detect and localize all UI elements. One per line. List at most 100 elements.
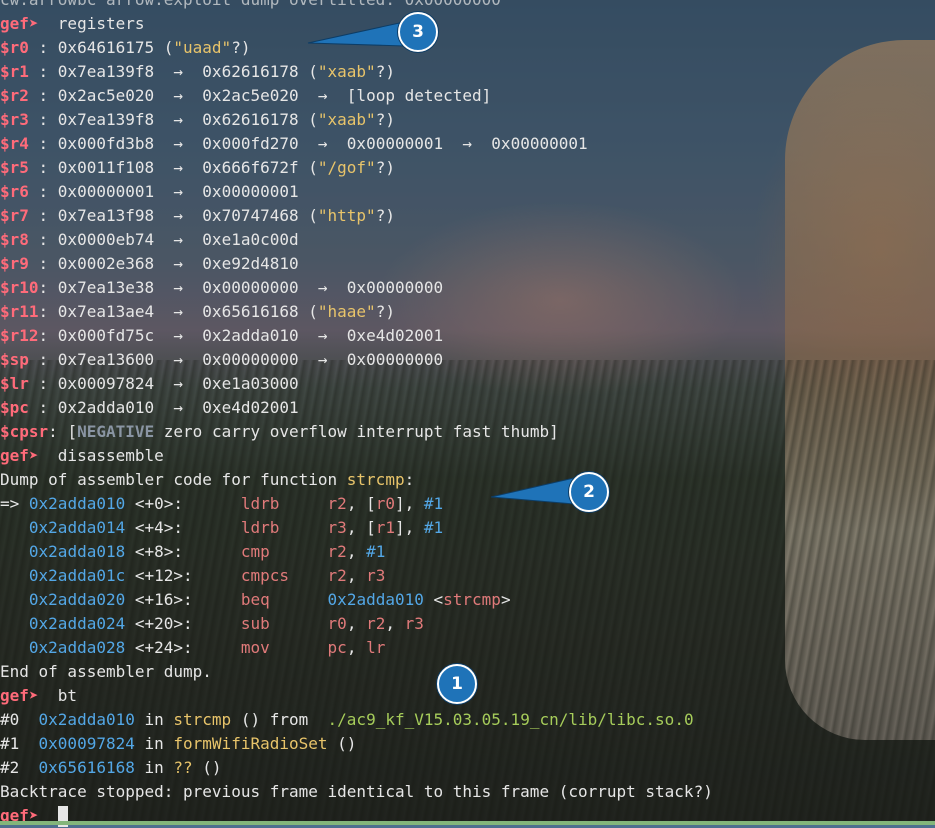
register-value: 0x00000001 [491, 134, 588, 153]
text-span [39, 686, 58, 705]
register-string: "http" [317, 206, 376, 225]
text-span: : [38, 278, 58, 297]
asm-offset: <+4>: [134, 518, 241, 537]
register-value: 0x2ac5e020 [202, 86, 299, 105]
dump-header: Dump of assembler code for function strc… [0, 468, 935, 492]
frame-address: 0x2adda010 [38, 710, 135, 729]
arrow-icon: → [443, 134, 492, 153]
register-value: 0x7ea139f8 [57, 110, 155, 129]
arrow-icon: → [154, 182, 203, 201]
register-value: 0x00000000 [346, 278, 444, 297]
arrow-icon: → [154, 374, 203, 393]
current-instruction-marker: => [0, 494, 29, 513]
text-span [318, 710, 328, 729]
arrow-icon: → [154, 86, 203, 105]
current-instruction-marker [0, 590, 29, 609]
asm-mnemonic: ldrb [240, 494, 328, 513]
text-span: : [38, 374, 58, 393]
asm-operand: #1 [423, 518, 444, 537]
arrow-icon: → [154, 110, 203, 129]
callout-badge-1: 1 [437, 664, 477, 704]
terminal-output[interactable]: cw.arrowbc arrow:exploit dump overtitled… [0, 0, 935, 828]
register-value: 0x0000eb74 [57, 230, 155, 249]
asm-operand: r2 [327, 494, 347, 513]
asm-operand: r3 [366, 566, 386, 585]
asm-operand: [ [366, 494, 376, 513]
asm-operand: r1 [375, 518, 395, 537]
cpsr-row: $cpsr: [NEGATIVE zero carry overflow int… [0, 420, 935, 444]
register-row: $sp : 0x7ea13600 → 0x00000000 → 0x000000… [0, 348, 935, 372]
frame-args: () [327, 734, 357, 753]
asm-mnemonic: sub [240, 614, 328, 633]
register-row: $r10: 0x7ea13e38 → 0x00000000 → 0x000000… [0, 276, 935, 300]
prompt-line-disassemble: gef➤ disassemble [0, 444, 935, 468]
asm-operand: r0 [375, 494, 395, 513]
register-value: 0x00000001 [202, 182, 299, 201]
string-suffix: ?) [231, 38, 251, 57]
command-text: bt [57, 686, 78, 705]
register-name: $r5 [0, 158, 39, 177]
current-instruction-marker [0, 542, 29, 561]
arrow-icon: → [298, 134, 347, 153]
register-value: 0x000fd3b8 [57, 134, 155, 153]
arrow-icon: → [154, 62, 203, 81]
register-value: 0x000fd75c [57, 326, 155, 345]
text-span [125, 542, 135, 561]
frame-library-path: ./ac9_kf_V15.03.05.19_cn/lib/libc.so.0 [327, 710, 694, 729]
asm-mnemonic: cmpcs [240, 566, 328, 585]
frame-in: in [134, 734, 174, 753]
dump-end-text: End of assembler dump. [0, 662, 212, 681]
text-span: : [38, 62, 58, 81]
register-name: $r12 [0, 326, 39, 345]
asm-row: 0x2adda020 <+16>: beq 0x2adda010 <strcmp… [0, 588, 935, 612]
register-value: 0x2ac5e020 [57, 86, 155, 105]
string-suffix: ?) [375, 62, 395, 81]
arrow-icon: → [154, 230, 203, 249]
backtrace-frame: #0 0x2adda010 in strcmp () from ./ac9_kf… [0, 708, 935, 732]
asm-operand: #1 [423, 494, 444, 513]
asm-operand: , [385, 614, 405, 633]
register-value: 0x00000001 [57, 182, 155, 201]
asm-operand: , [346, 614, 367, 633]
backtrace-stopped-text: Backtrace stopped: previous frame identi… [0, 782, 713, 801]
register-value: 0x666f672f [202, 158, 299, 177]
register-value: 0xe4d02001 [202, 398, 299, 417]
register-value: 0x00000000 [202, 278, 299, 297]
asm-operand: lr [366, 638, 386, 657]
asm-address: 0x2adda024 [28, 614, 126, 633]
asm-operand: r0 [327, 614, 347, 633]
asm-operand: [ [366, 518, 376, 537]
register-value: 0x7ea139f8 [57, 62, 155, 81]
register-value: 0x00000000 [346, 350, 444, 369]
arrow-icon: → [154, 398, 203, 417]
callout-badge-2: 2 [569, 472, 609, 512]
command-text: disassemble [57, 446, 164, 465]
register-value: 0x00097824 [57, 374, 155, 393]
register-string: "uaad" [173, 38, 232, 57]
asm-offset: <+8>: [134, 542, 241, 561]
string-suffix: ?) [375, 206, 395, 225]
register-value: 0x00000000 [202, 350, 299, 369]
register-value: 0x62616178 [202, 110, 299, 129]
text-span: ( [154, 38, 174, 57]
register-row: $r0 : 0x64616175 ("uaad"?) [0, 36, 935, 60]
string-suffix: ?) [375, 302, 395, 321]
terminal-bottom-border [0, 821, 935, 825]
frame-in: in [134, 758, 174, 777]
register-value: 0xe92d4810 [202, 254, 299, 273]
frame-address: 0x65616168 [38, 758, 135, 777]
prompt: gef➤ [0, 686, 39, 705]
text-span: : [38, 86, 58, 105]
register-value: 0x64616175 [57, 38, 155, 57]
asm-row: 0x2adda024 <+20>: sub r0, r2, r3 [0, 612, 935, 636]
register-value: 0x2adda010 [202, 326, 299, 345]
register-value: 0x7ea13ae4 [57, 302, 155, 321]
register-string: "haae" [317, 302, 376, 321]
register-name: $pc [0, 398, 39, 417]
register-value: 0x2adda010 [57, 398, 155, 417]
callout-badge-3: 3 [398, 12, 438, 52]
text-span: : [38, 254, 58, 273]
arrow-icon: → [154, 254, 203, 273]
asm-mnemonic: mov [240, 638, 328, 657]
register-row: $r3 : 0x7ea139f8 → 0x62616178 ("xaab"?) [0, 108, 935, 132]
